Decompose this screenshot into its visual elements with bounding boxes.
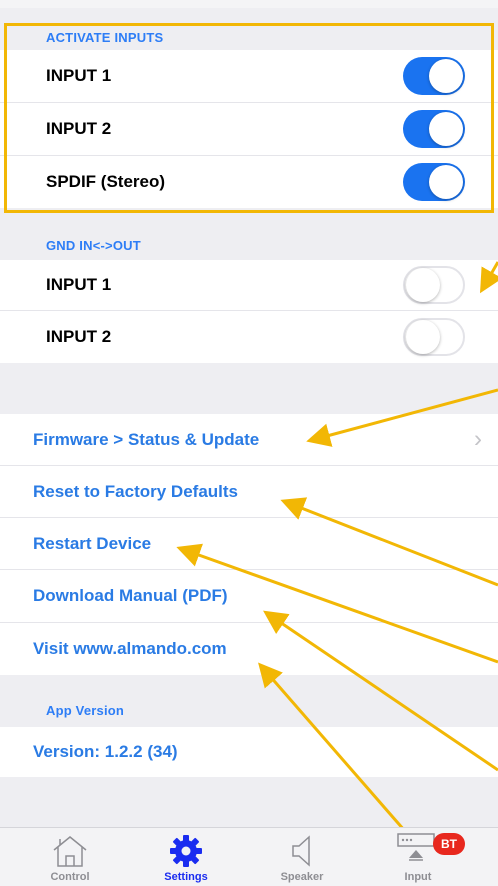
gnd-header: GND IN<->OUT bbox=[46, 238, 141, 253]
restart-row[interactable]: Restart Device bbox=[0, 518, 498, 569]
tab-settings[interactable]: Settings bbox=[146, 828, 226, 886]
toggle-knob bbox=[406, 268, 440, 302]
gnd-input-2-label: INPUT 2 bbox=[46, 327, 112, 346]
manual-link[interactable]: Download Manual (PDF) bbox=[33, 586, 228, 606]
version-value: Version: 1.2.2 (34) bbox=[33, 742, 178, 761]
tab-settings-label: Settings bbox=[164, 871, 208, 883]
visit-link[interactable]: Visit www.almando.com bbox=[33, 639, 227, 659]
chevron-right-icon: › bbox=[474, 424, 482, 452]
tab-bar: Control Settings Speaker Input bbox=[0, 827, 498, 886]
toggle-knob bbox=[429, 112, 463, 146]
gnd-input-2-row: INPUT 2 bbox=[0, 311, 498, 363]
tab-speaker-label: Speaker bbox=[280, 871, 324, 883]
tab-input-label: Input bbox=[404, 871, 432, 883]
tab-control[interactable]: Control bbox=[30, 828, 110, 886]
gnd-input-1-row: INPUT 1 bbox=[0, 260, 498, 310]
activate-input-1-label: INPUT 1 bbox=[46, 66, 112, 85]
gnd-input-2-toggle[interactable] bbox=[403, 318, 465, 356]
gnd-input-1-label: INPUT 1 bbox=[46, 275, 112, 294]
activate-spdif-toggle[interactable] bbox=[403, 163, 465, 201]
reset-link[interactable]: Reset to Factory Defaults bbox=[33, 482, 238, 502]
restart-link[interactable]: Restart Device bbox=[33, 534, 151, 554]
activate-spdif-row: SPDIF (Stereo) bbox=[0, 156, 498, 208]
manual-row[interactable]: Download Manual (PDF) bbox=[0, 570, 498, 622]
activate-inputs-header: ACTIVATE INPUTS bbox=[46, 30, 164, 45]
firmware-link[interactable]: Firmware > Status & Update bbox=[33, 430, 259, 450]
activate-input-2-toggle[interactable] bbox=[403, 110, 465, 148]
app-version-header: App Version bbox=[46, 703, 125, 718]
visit-row[interactable]: Visit www.almando.com bbox=[0, 623, 498, 675]
activate-input-2-label: INPUT 2 bbox=[46, 119, 112, 138]
tab-speaker[interactable]: Speaker bbox=[262, 828, 342, 886]
firmware-row[interactable]: Firmware > Status & Update › bbox=[0, 414, 498, 465]
speaker-icon bbox=[292, 835, 310, 867]
toggle-knob bbox=[429, 59, 463, 93]
activate-input-2-row: INPUT 2 bbox=[0, 103, 498, 155]
reset-row[interactable]: Reset to Factory Defaults bbox=[0, 466, 498, 517]
version-row: Version: 1.2.2 (34) bbox=[0, 727, 498, 777]
toggle-knob bbox=[429, 165, 463, 199]
gnd-input-1-toggle[interactable] bbox=[403, 266, 465, 304]
toggle-knob bbox=[406, 320, 440, 354]
activate-input-1-row: INPUT 1 bbox=[0, 50, 498, 102]
activate-spdif-label: SPDIF (Stereo) bbox=[46, 172, 166, 191]
bt-badge: BT bbox=[433, 833, 465, 855]
gear-icon bbox=[170, 835, 202, 867]
activate-input-1-toggle[interactable] bbox=[403, 57, 465, 95]
top-strip bbox=[0, 0, 498, 8]
home-icon bbox=[53, 836, 87, 867]
tab-control-label: Control bbox=[50, 871, 90, 883]
